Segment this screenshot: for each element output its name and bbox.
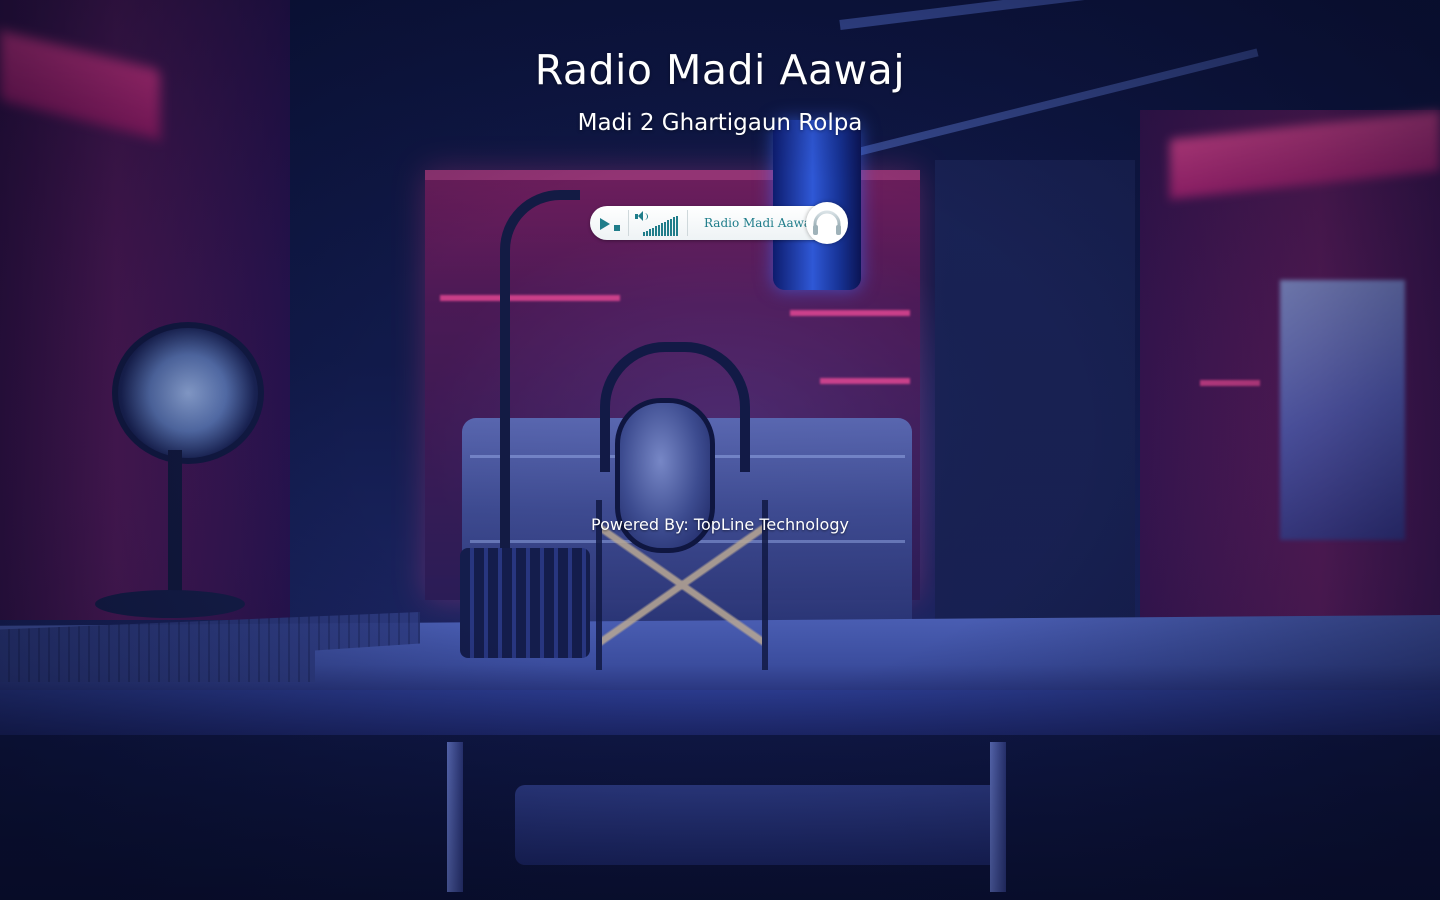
volume-bar bbox=[646, 230, 648, 236]
player-divider bbox=[687, 210, 688, 236]
player-station-name: Radio Madi Aawaj bbox=[704, 216, 815, 230]
volume-bar bbox=[652, 227, 654, 236]
volume-bar bbox=[643, 232, 645, 236]
page-title: Radio Madi Aawaj bbox=[534, 46, 906, 94]
powered-by-text: Powered By: TopLine Technology bbox=[591, 515, 849, 534]
play-icon[interactable] bbox=[600, 218, 610, 230]
volume-slider[interactable] bbox=[643, 214, 679, 236]
page-subtitle: Madi 2 Ghartigaun Rolpa bbox=[577, 110, 863, 136]
volume-bar bbox=[655, 226, 657, 236]
headphones-icon bbox=[806, 202, 848, 244]
volume-bar bbox=[673, 217, 675, 236]
volume-bar bbox=[658, 224, 660, 236]
volume-bar bbox=[670, 218, 672, 236]
speaker-icon[interactable] bbox=[635, 210, 648, 224]
volume-bar bbox=[667, 220, 669, 236]
volume-bar bbox=[649, 229, 651, 236]
radio-player: Radio Madi Aawaj bbox=[590, 206, 840, 240]
player-divider bbox=[628, 210, 629, 236]
volume-bar bbox=[676, 215, 678, 236]
volume-bar bbox=[664, 221, 666, 236]
volume-bar bbox=[661, 223, 663, 236]
stop-icon[interactable] bbox=[614, 225, 620, 231]
